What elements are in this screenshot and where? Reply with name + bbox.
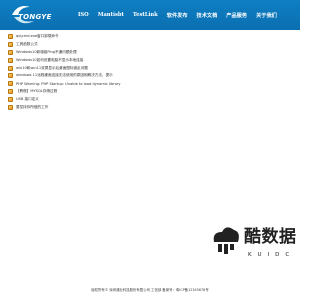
- bullet-icon: [8, 49, 13, 55]
- cloud-icon: [213, 227, 239, 254]
- list-item-link[interactable]: PHP Warning: PHP Startup: Unable to load…: [16, 82, 121, 86]
- watermark-title: 酷数据: [244, 227, 297, 247]
- bullet-icon: [8, 81, 13, 87]
- nav-item-about-us[interactable]: 关于我们: [256, 12, 277, 19]
- list-item[interactable]: qq\cmd.exe窗口卸载命令: [8, 33, 218, 41]
- list-item-link[interactable]: Windows10新增组Ping不通问题处理: [16, 50, 77, 55]
- nav-item-software-release[interactable]: 软件发布: [167, 12, 188, 19]
- bullet-icon: [8, 96, 13, 102]
- list-item[interactable]: Windows10如何设置电脑不显示本地连接: [8, 56, 218, 64]
- bullet-icon: [8, 34, 13, 40]
- list-item[interactable]: 工具函数公式: [8, 41, 218, 49]
- list-item[interactable]: USB 接口定义: [8, 95, 218, 103]
- nav-item-testlink[interactable]: TestLink: [133, 12, 158, 18]
- nav-item-tech-docs[interactable]: 技术文档: [197, 12, 218, 19]
- list-item-link[interactable]: 工具函数公式: [16, 42, 38, 47]
- list-item[interactable]: Windows10新增组Ping不通问题处理: [8, 49, 218, 57]
- top-header: TONGYE ISO Mantisbt TestLink 软件发布 技术文档 产…: [0, 0, 300, 30]
- main-nav: ISO Mantisbt TestLink 软件发布 技术文档 产品服务 关于我…: [78, 0, 286, 30]
- page-footer: 版权所有© 深圳通业科技股份有限公司 工信部 备案号：粤ICP备12345678…: [0, 284, 300, 294]
- nav-item-product-services[interactable]: 产品服务: [226, 12, 247, 19]
- list-item-link[interactable]: 【教程】MYSQL存储过程: [16, 89, 57, 94]
- nav-item-iso[interactable]: ISO: [78, 12, 89, 18]
- list-item[interactable]: windows 11远程桌面连接无法使用的原因和解决方法，提示: [8, 72, 218, 80]
- bullet-icon: [8, 42, 13, 48]
- list-item-link[interactable]: windows 11远程桌面连接无法使用的原因和解决方法，提示: [16, 73, 113, 78]
- nav-item-mantisbt[interactable]: Mantisbt: [98, 12, 124, 18]
- list-item-link[interactable]: Windows10如何设置电脑不显示本地连接: [16, 58, 83, 63]
- list-item[interactable]: PHP Warning: PHP Startup: Unable to load…: [8, 80, 218, 88]
- watermark-subtitle: KUIDC: [248, 252, 296, 258]
- bullet-icon: [8, 57, 13, 63]
- list-item-link[interactable]: USB 接口定义: [16, 97, 39, 102]
- list-item[interactable]: 【教程】MYSQL存储过程: [8, 88, 218, 96]
- watermark-logo: 酷数据 KUIDC: [208, 218, 296, 278]
- list-item-link[interactable]: 要坚持你所做的工作: [16, 105, 48, 110]
- list-item[interactable]: win10和win11双屏显示后桌面图标错乱问题: [8, 64, 218, 72]
- article-list: qq\cmd.exe窗口卸载命令 工具函数公式 Windows10新增组Ping…: [8, 33, 218, 111]
- bullet-icon: [8, 88, 13, 94]
- list-item[interactable]: 要坚持你所做的工作: [8, 103, 218, 111]
- bullet-icon: [8, 65, 13, 71]
- list-item-link[interactable]: qq\cmd.exe窗口卸载命令: [16, 34, 59, 39]
- bullet-icon: [8, 73, 13, 79]
- bullet-icon: [8, 104, 13, 110]
- list-item-link[interactable]: win10和win11双屏显示后桌面图标错乱问题: [16, 66, 88, 71]
- footer-copyright: 版权所有© 深圳通业科技股份有限公司 工信部 备案号：粤ICP备12345678…: [91, 287, 209, 292]
- logo-text: TONGYE: [18, 13, 52, 21]
